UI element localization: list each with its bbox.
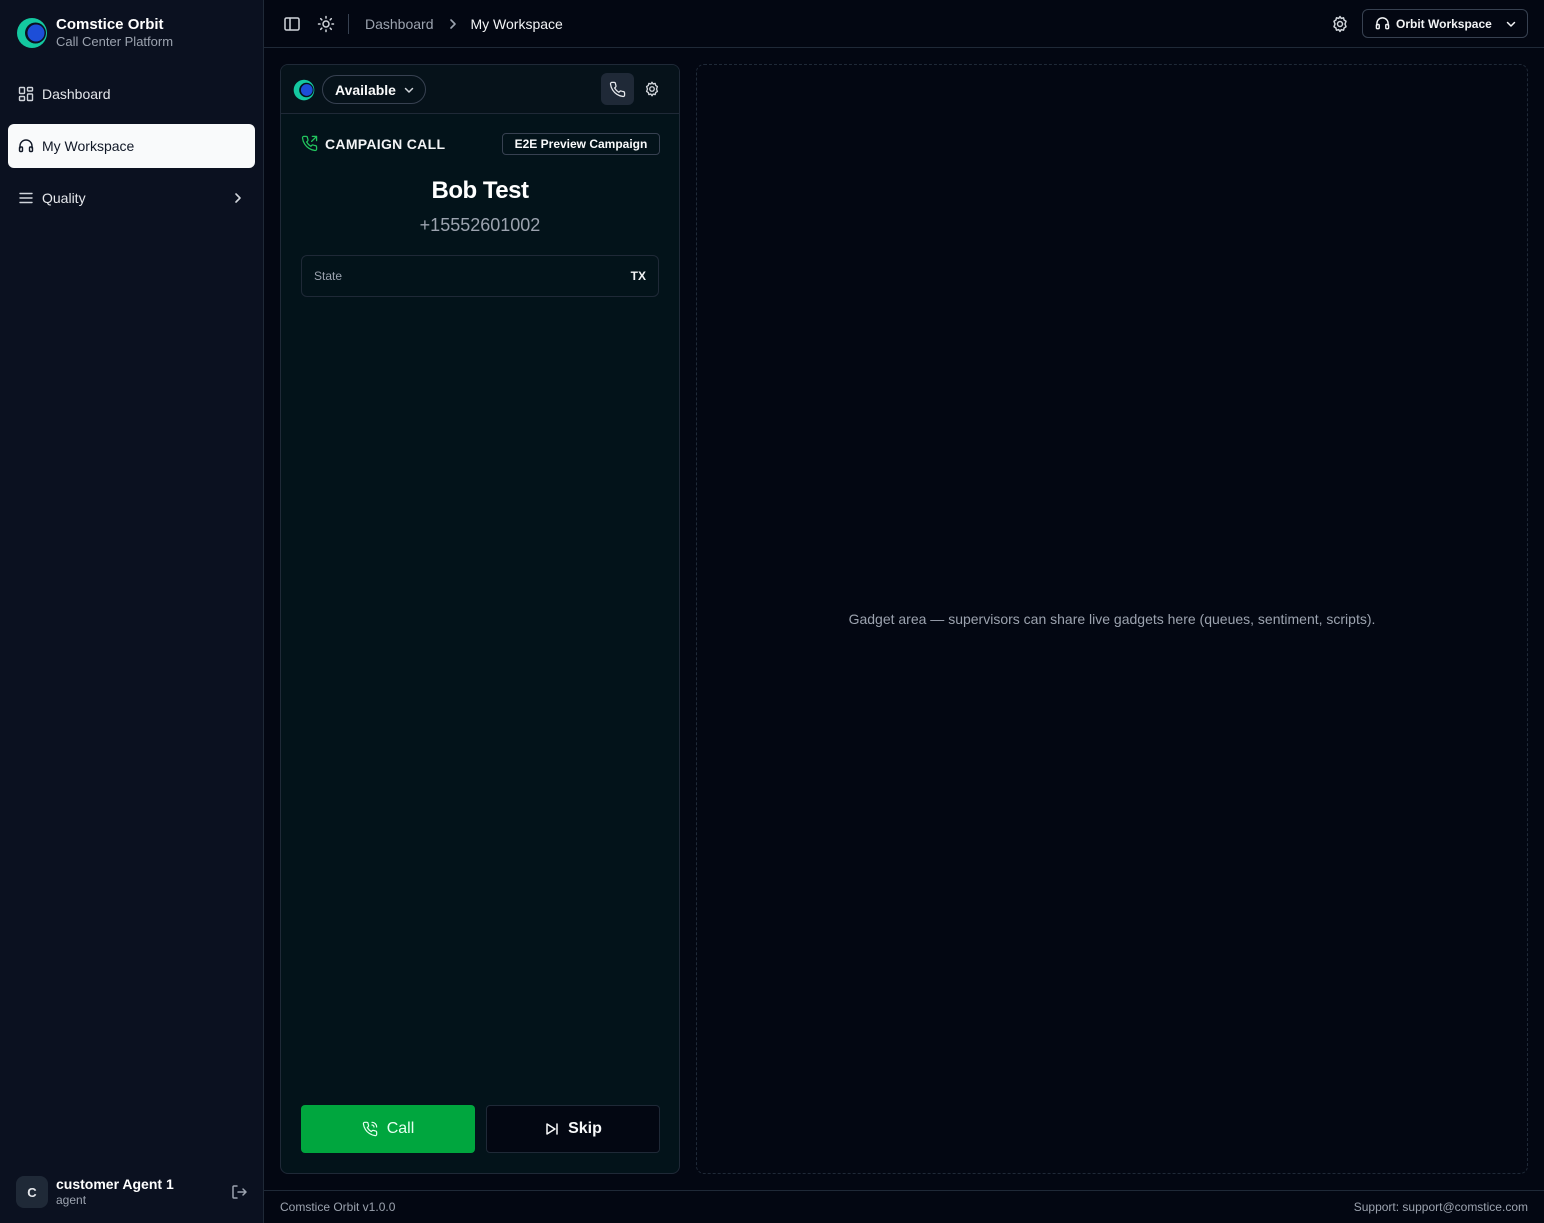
topbar-divider (348, 14, 349, 34)
sidebar-item-my-workspace[interactable]: My Workspace (8, 124, 255, 168)
brand: Comstice Orbit Call Center Platform (16, 16, 173, 50)
user-role: agent (56, 1193, 87, 1207)
sidebar-item-dashboard[interactable]: Dashboard (8, 72, 255, 116)
orbit-logo-icon (17, 18, 47, 48)
sidebar-toggle-icon[interactable] (282, 14, 302, 34)
agent-panel-header: Available (281, 65, 679, 114)
logout-icon[interactable] (230, 1183, 248, 1201)
contact-phone: +15552601002 (419, 215, 541, 235)
panel-settings-gear-icon[interactable] (643, 80, 661, 98)
dialer-button[interactable] (601, 73, 634, 105)
contact-name: Bob Test (431, 177, 529, 204)
workspace-select[interactable]: Orbit Workspace (1362, 9, 1528, 38)
sidebar-item-label: Dashboard (42, 86, 111, 102)
breadcrumb-current: My Workspace (470, 16, 563, 32)
campaign-badge: E2E Preview Campaign (502, 133, 660, 155)
topbar: Dashboard My Workspace Orbit Workspace (264, 0, 1544, 48)
sidebar: Comstice Orbit Call Center Platform Dash… (0, 0, 264, 1223)
call-button[interactable]: Call (301, 1105, 475, 1153)
contact-field-state: State TX (301, 255, 659, 297)
skip-forward-icon (546, 1123, 558, 1135)
menu-icon (19, 192, 33, 204)
call-type: CAMPAIGN CALL (301, 135, 445, 152)
chevron-right-icon (449, 19, 456, 29)
workspace-select-label: Orbit Workspace (1396, 16, 1492, 31)
sidebar-item-label: Quality (42, 190, 86, 206)
breadcrumb-dashboard[interactable]: Dashboard (365, 16, 434, 32)
chevron-down-icon (1506, 21, 1516, 27)
call-type-label: CAMPAIGN CALL (325, 135, 446, 152)
user-profile: C customer Agent 1 agent (16, 1175, 248, 1209)
agent-panel: Available CAMPAIGN CALL E2E Preview Camp… (280, 64, 680, 1174)
headset-icon (18, 139, 34, 153)
sidebar-nav: Dashboard My Workspace Quality (8, 72, 255, 228)
support-contact: Support: support@comstice.com (1353, 1200, 1528, 1214)
headset-icon (1375, 17, 1390, 30)
theme-toggle-sun-icon[interactable] (316, 14, 336, 34)
agent-status-dropdown[interactable]: Available (322, 75, 426, 104)
skip-button-label: Skip (568, 1120, 602, 1137)
orbit-logo-icon (293, 79, 315, 101)
footer: Comstice Orbit v1.0.0 Support: support@c… (264, 1190, 1544, 1223)
field-label: State (314, 269, 343, 283)
chevron-down-icon (404, 87, 414, 93)
grid-icon (18, 86, 34, 102)
gadget-area: Gadget area — supervisors can share live… (696, 64, 1528, 1174)
gadget-area-placeholder: Gadget area — supervisors can share live… (848, 611, 1376, 627)
field-value: TX (630, 269, 646, 283)
app-version: Comstice Orbit v1.0.0 (280, 1200, 396, 1214)
brand-name: Comstice Orbit (56, 16, 164, 33)
sidebar-item-label: My Workspace (42, 138, 135, 154)
sidebar-item-quality[interactable]: Quality (8, 176, 255, 220)
brand-subtitle: Call Center Platform (56, 34, 174, 49)
call-button-label: Call (386, 1120, 415, 1137)
phone-outgoing-icon (301, 135, 318, 152)
settings-gear-icon[interactable] (1330, 14, 1350, 34)
chevron-right-icon (235, 193, 241, 203)
agent-status-label: Available (335, 81, 396, 98)
phone-call-icon (362, 1121, 377, 1137)
avatar: C (16, 1176, 48, 1208)
phone-icon (609, 81, 626, 97)
skip-button[interactable]: Skip (486, 1105, 660, 1153)
breadcrumb: Dashboard My Workspace (365, 14, 563, 34)
user-name: customer Agent 1 (56, 1176, 174, 1192)
